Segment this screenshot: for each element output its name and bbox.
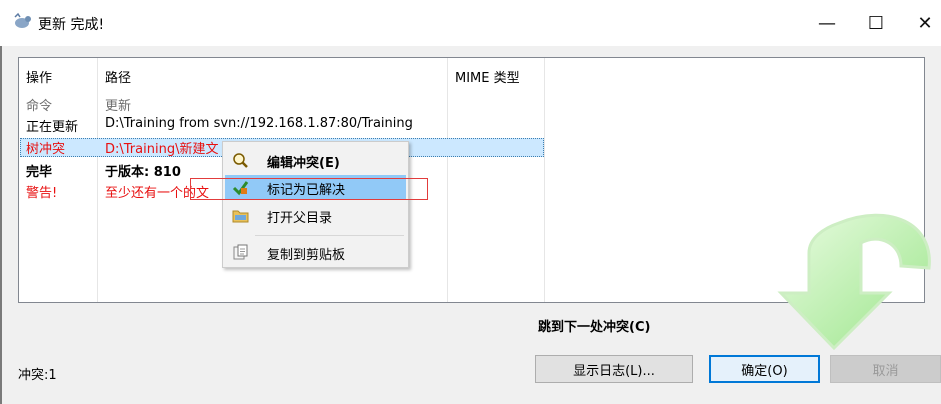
cancel-button[interactable]: 取消: [830, 355, 941, 383]
list-item[interactable]: 正在更新 D:\Training from svn://192.168.1.87…: [19, 116, 543, 135]
highlight-annotation-box: [190, 178, 428, 200]
show-log-button[interactable]: 显示日志(L)...: [535, 355, 693, 383]
row-action: 正在更新: [26, 120, 79, 135]
menu-item-label: 复制到剪贴板: [267, 248, 346, 263]
update-results-list[interactable]: 操作 路径 MIME 类型 命令 更新 正在更新 D:\Training fro…: [18, 57, 931, 351]
close-button[interactable]: ✕: [902, 0, 941, 46]
menu-item-copy-clipboard[interactable]: 复制到剪贴板: [225, 240, 406, 264]
row-action: 树冲突: [26, 142, 66, 157]
row-path: 于版本: 810: [105, 165, 181, 180]
column-header-action[interactable]: 操作: [26, 67, 52, 86]
row-path: D:\Training from svn://192.168.1.87:80/T…: [105, 116, 413, 131]
context-menu: 编辑冲突(E) 标记为已解决 打开父目录 复制到剪贴板: [222, 141, 409, 268]
row-action: 警告!: [26, 186, 58, 201]
row-path: D:\Training\新建文: [105, 142, 219, 157]
menu-item-edit-conflict[interactable]: 编辑冲突(E): [225, 148, 406, 172]
menu-separator: [255, 235, 404, 236]
jump-next-conflict-link[interactable]: 跳到下一处冲突(C): [538, 316, 650, 335]
magnifier-icon: [233, 153, 248, 168]
tortoise-icon: [14, 12, 31, 28]
column-header-mime[interactable]: MIME 类型: [455, 67, 520, 86]
update-finished-dialog: 更新 完成! — ☐ ✕ 操作 路径 MIME 类型 命令 更新 正在更新 D:…: [0, 0, 941, 404]
ok-button[interactable]: 确定(O): [709, 355, 820, 383]
menu-item-label: 编辑冲突(E): [267, 156, 340, 171]
row-action: 完毕: [26, 165, 53, 180]
row-path: 更新: [105, 99, 132, 114]
menu-item-label: 打开父目录: [267, 211, 333, 226]
column-divider: [544, 58, 545, 302]
minimize-button[interactable]: —: [804, 0, 850, 46]
maximize-button[interactable]: ☐: [853, 0, 899, 46]
conflict-count: 冲突:1: [18, 368, 57, 383]
folder-icon: [232, 210, 249, 223]
window-edge: [0, 46, 2, 404]
row-action: 命令: [26, 99, 53, 114]
title-bar: 更新 完成! — ☐ ✕: [0, 0, 941, 46]
column-header-path[interactable]: 路径: [105, 67, 131, 86]
window-title: 更新 完成!: [38, 17, 105, 33]
menu-item-open-parent[interactable]: 打开父目录: [225, 203, 406, 227]
list-item[interactable]: 命令 更新: [19, 95, 543, 114]
clipboard-icon: [233, 244, 248, 260]
update-arrow-icon: [777, 213, 931, 351]
